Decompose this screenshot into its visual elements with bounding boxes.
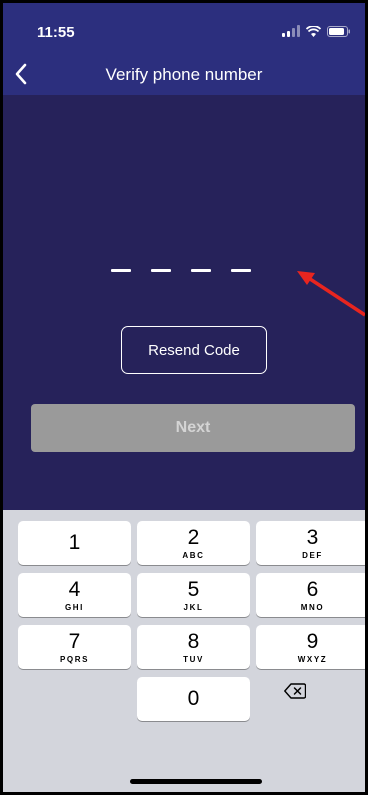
key-digit: 4 [68, 578, 81, 601]
page-title: Verify phone number [105, 65, 263, 84]
resend-code-button[interactable]: Resend Code [121, 326, 267, 374]
key-3[interactable]: 3 DEF [256, 521, 365, 565]
key-digit: 1 [68, 531, 81, 554]
delete-key[interactable] [260, 669, 330, 713]
key-letters: DEF [302, 551, 323, 560]
battery-icon [327, 26, 351, 37]
signal-icon [282, 25, 300, 37]
status-icons [282, 25, 351, 37]
key-digit: 0 [187, 687, 200, 710]
phone-screen: 11:55 Verify phone number Resend Code Ne… [0, 0, 368, 795]
navigation-bar: Verify phone number [3, 55, 365, 95]
backspace-icon [284, 683, 306, 699]
key-6[interactable]: 6 MNO [256, 573, 365, 617]
verification-panel: Resend Code Next [3, 95, 365, 510]
key-digit: 3 [306, 526, 319, 549]
key-8[interactable]: 8 TUV [137, 625, 250, 669]
key-digit: 5 [187, 578, 200, 601]
key-4[interactable]: 4 GHI [18, 573, 131, 617]
code-digit-slot [111, 269, 131, 272]
key-digit: 8 [187, 630, 200, 653]
home-indicator[interactable] [130, 779, 262, 784]
key-letters: MNO [300, 603, 325, 612]
code-digit-slot [191, 269, 211, 272]
key-letters: WXYZ [297, 655, 328, 664]
code-digit-slot [151, 269, 171, 272]
key-letters: ABC [182, 551, 205, 560]
key-digit: 9 [306, 630, 319, 653]
status-time: 11:55 [37, 24, 75, 41]
next-button[interactable]: Next [31, 404, 355, 452]
key-digit: 2 [187, 526, 200, 549]
key-digit: 6 [306, 578, 319, 601]
key-2[interactable]: 2 ABC [137, 521, 250, 565]
code-input[interactable] [111, 269, 251, 272]
key-letters: JKL [183, 603, 204, 612]
key-1[interactable]: 1 [18, 521, 131, 565]
numeric-keypad: 1 2 ABC 3 DEF 4 GHI 5 JKL 6 MNO 7 PQRS 8… [3, 510, 365, 792]
key-digit: 7 [68, 630, 81, 653]
key-letters: TUV [183, 655, 204, 664]
key-letters: GHI [64, 603, 85, 612]
key-5[interactable]: 5 JKL [137, 573, 250, 617]
key-7[interactable]: 7 PQRS [18, 625, 131, 669]
wifi-icon [306, 26, 321, 37]
annotation-arrow-icon [297, 271, 365, 317]
key-0[interactable]: 0 [137, 677, 250, 721]
code-digit-slot [231, 269, 251, 272]
key-letters: PQRS [59, 655, 90, 664]
key-9[interactable]: 9 WXYZ [256, 625, 365, 669]
status-bar: 11:55 [3, 3, 365, 55]
